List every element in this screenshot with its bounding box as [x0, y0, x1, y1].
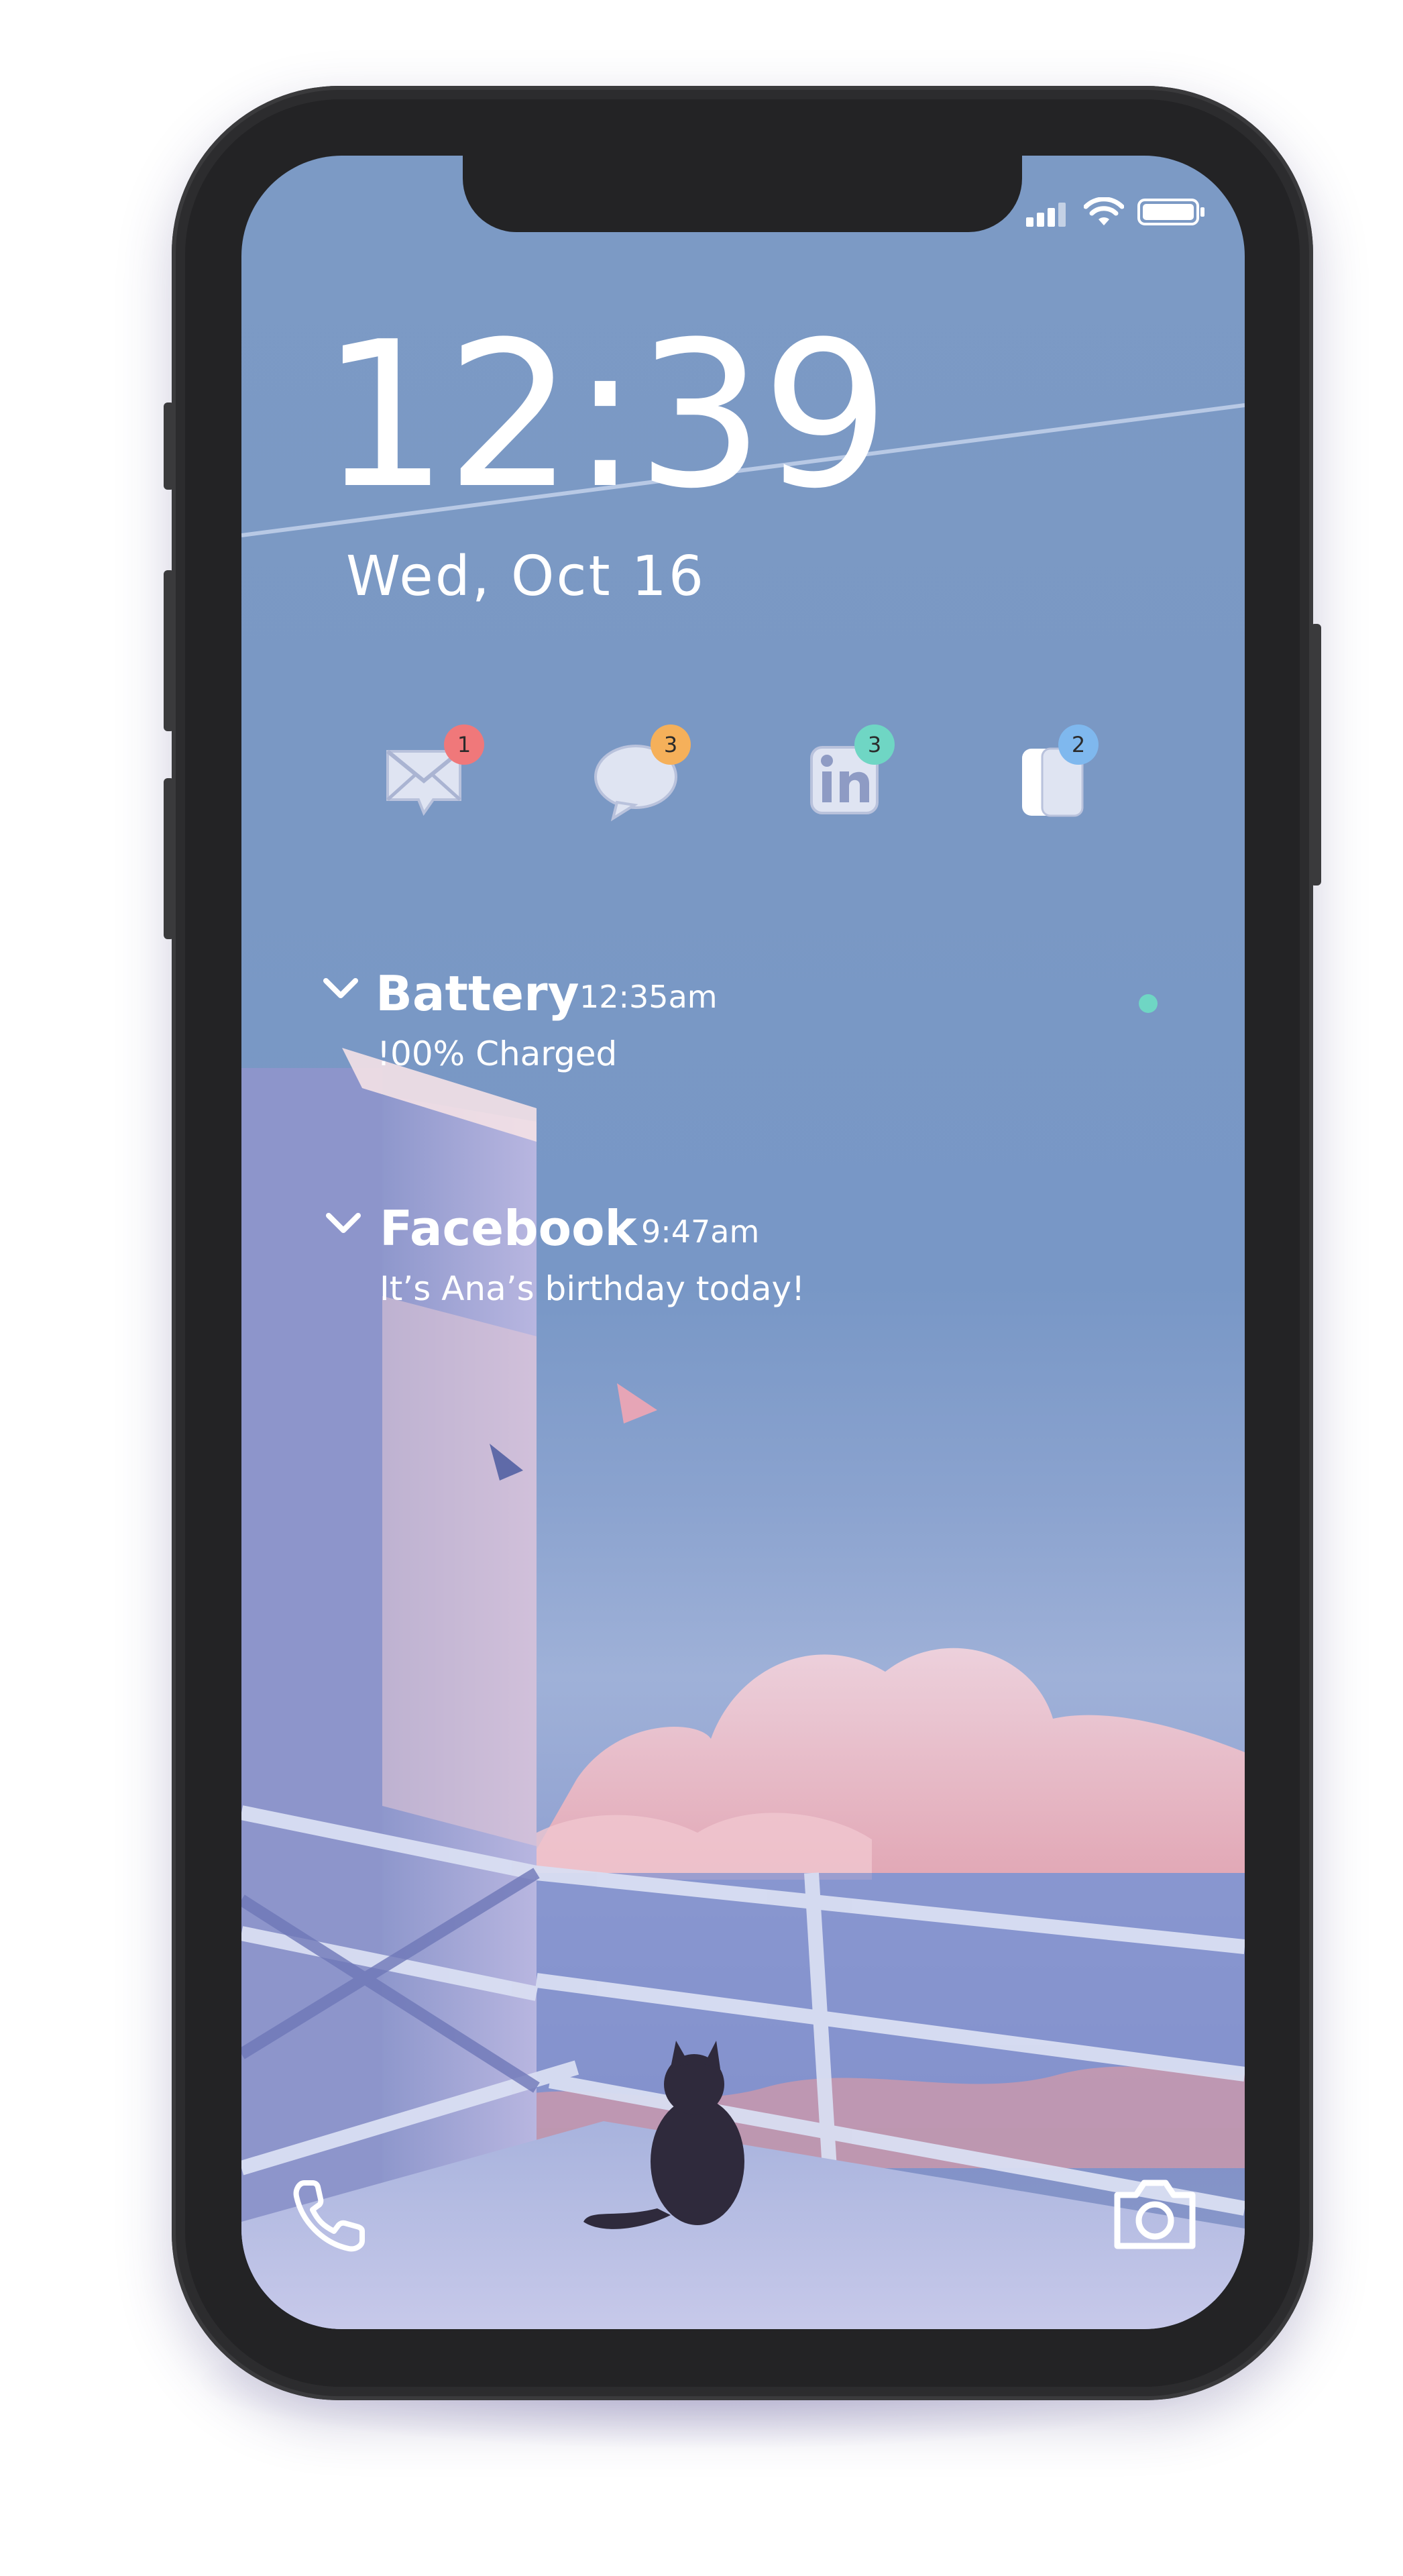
- notification-facebook[interactable]: Facebook 9:47am It’s Ana’s birthday toda…: [322, 1198, 1127, 1332]
- wifi-icon: [1084, 197, 1124, 225]
- phone-button[interactable]: [284, 2167, 378, 2261]
- silent-switch: [164, 402, 174, 490]
- mail-app-shortcut[interactable]: 1: [380, 724, 484, 825]
- chevron-down-icon[interactable]: [322, 975, 359, 1002]
- lock-date: Wed, Oct 16: [346, 545, 706, 608]
- unread-badge: 3: [854, 724, 895, 765]
- chevron-down-icon[interactable]: [325, 1210, 362, 1237]
- camera-notch: [463, 156, 1022, 232]
- notification-time: 12:35am: [579, 979, 718, 1015]
- camera-icon: [1114, 2180, 1196, 2249]
- status-bar: [1026, 195, 1214, 235]
- notification-body: It’s Ana’s birthday today!: [380, 1269, 805, 1308]
- volume-down-button: [164, 778, 174, 939]
- notification-time: 9:47am: [641, 1214, 760, 1250]
- phone-icon: [293, 2180, 365, 2252]
- battery-icon: [1137, 199, 1204, 225]
- volume-up-button: [164, 570, 174, 731]
- linkedin-app-shortcut[interactable]: 3: [801, 724, 901, 825]
- unread-badge: 2: [1058, 724, 1099, 765]
- notification-body: !00% Charged: [377, 1034, 618, 1073]
- messages-app-shortcut[interactable]: 3: [587, 724, 691, 825]
- other-app-shortcut[interactable]: 2: [1002, 724, 1103, 825]
- camera-button[interactable]: [1108, 2167, 1202, 2261]
- notification-app-name: Facebook: [380, 1200, 637, 1256]
- unread-badge: 3: [651, 724, 691, 765]
- notification-app-name: Battery: [376, 965, 579, 1022]
- unread-badge: 1: [444, 724, 484, 765]
- lock-clock: 12:39: [321, 299, 890, 533]
- notification-battery[interactable]: Battery 12:35am !00% Charged: [322, 963, 1127, 1097]
- unread-dot: [1139, 994, 1158, 1013]
- power-button: [1310, 624, 1321, 885]
- signal-icon: [1026, 203, 1066, 227]
